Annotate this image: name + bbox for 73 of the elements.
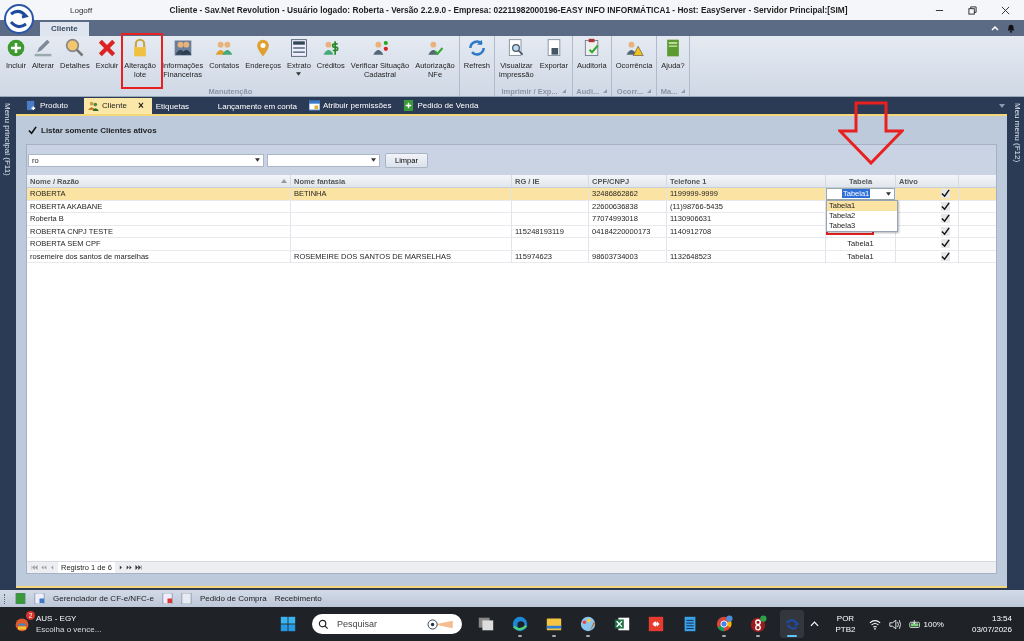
document-plus-icon xyxy=(403,100,415,111)
next-page-icon[interactable] xyxy=(125,565,133,570)
side-menu-label[interactable]: Meu menu (F12) xyxy=(1012,103,1022,590)
last-page-icon[interactable] xyxy=(134,565,142,570)
window-key-icon xyxy=(308,100,320,111)
app-icon xyxy=(749,615,767,633)
clock[interactable]: 13:54 03/07/2026 xyxy=(971,614,1012,634)
checkbox[interactable] xyxy=(941,201,950,211)
start-icon[interactable] xyxy=(280,616,296,632)
speaker-icon[interactable] xyxy=(889,618,902,630)
toolbar-link[interactable]: Pedido de Compra xyxy=(199,594,267,603)
document-tab[interactable]: Lançamento em conta xyxy=(213,100,305,114)
checkbox[interactable] xyxy=(28,125,37,135)
language-indicator[interactable]: POR PTB2 xyxy=(835,614,856,634)
people-icon xyxy=(88,100,99,111)
search-field[interactable]: Pesquisar xyxy=(335,618,419,630)
magnifier-icon xyxy=(64,38,85,58)
refresh-icon xyxy=(466,38,487,58)
document-icon[interactable] xyxy=(161,593,173,604)
spreadsheet-icon xyxy=(613,615,631,633)
restore-icon[interactable] xyxy=(968,5,977,15)
window-title: Cliente - Sav.Net Revolution - Usuário logado: Roberta - Versão 2.2.9.0 - Empresa: 02211982000196-EASY INFO INFORMÁTICA1 - Host: EasyServer - Servidor Principal:[SIM] xyxy=(168,5,849,15)
browser-icon xyxy=(715,615,733,633)
remote-desktop-icon xyxy=(647,615,665,633)
highlight-frame xyxy=(121,33,163,89)
battery-icon[interactable] xyxy=(909,618,922,630)
toolbar-link[interactable]: Gerenciador de CF-e/NFC-e xyxy=(53,594,154,603)
document-plus-icon[interactable] xyxy=(34,593,45,604)
battery-percentage[interactable]: 100% xyxy=(923,619,944,629)
plus-circle-icon xyxy=(6,38,26,58)
side-menu-label[interactable]: Menu principal (F11) xyxy=(2,103,12,590)
caret-icon xyxy=(296,72,302,76)
wifi-icon[interactable] xyxy=(869,618,882,630)
taskbar-app[interactable] xyxy=(780,610,804,638)
cross-icon xyxy=(96,38,117,58)
caret-icon[interactable] xyxy=(999,103,1005,108)
document-tab[interactable]: Produto xyxy=(22,98,84,114)
document-plus-icon xyxy=(26,100,37,111)
collapse-icon[interactable] xyxy=(990,23,1000,33)
document-tab[interactable]: Pedido de Venda xyxy=(399,98,487,114)
search-icon xyxy=(318,618,329,630)
caret-icon xyxy=(255,158,260,162)
ribbon-tab[interactable]: Cliente xyxy=(40,22,89,36)
document-tab[interactable]: Atribuir permissões xyxy=(304,98,400,114)
search-box[interactable]: Pesquisar xyxy=(312,614,462,634)
chevron-up-icon[interactable] xyxy=(810,621,820,627)
caret-icon xyxy=(886,191,891,196)
caret-icon xyxy=(371,158,376,162)
document-tab[interactable]: Cliente × xyxy=(84,98,152,114)
widget-subtitle[interactable]: Escolha o vence... xyxy=(36,625,102,634)
checkbox[interactable] xyxy=(941,251,950,261)
person-icon xyxy=(370,38,390,58)
checkbox-label[interactable]: Listar somente Clientes ativos xyxy=(41,125,157,135)
checkbox[interactable] xyxy=(941,226,950,236)
palette-icon xyxy=(579,615,597,633)
close-tab-button[interactable]: × xyxy=(137,101,144,110)
toolbar-link[interactable]: Recebimento xyxy=(274,594,322,603)
weather-icon[interactable] xyxy=(14,616,30,632)
people-icon xyxy=(172,38,193,58)
task-view-icon xyxy=(477,615,495,633)
checkbox[interactable] xyxy=(941,239,950,249)
bell-icon[interactable] xyxy=(1006,23,1016,33)
logoff-label[interactable]: Logoff xyxy=(70,5,93,15)
checkbox[interactable] xyxy=(941,189,950,199)
document-tab[interactable]: Etiquetas xyxy=(151,100,214,114)
browser-icon xyxy=(511,615,529,633)
down-arrow-annotation xyxy=(838,101,904,165)
sort-ascending-icon xyxy=(281,179,287,183)
ball-icon xyxy=(425,618,453,630)
pencil-icon xyxy=(33,38,54,58)
checkbox[interactable] xyxy=(941,214,950,224)
close-icon[interactable] xyxy=(1001,5,1010,15)
widget-title[interactable]: AUS - EGY xyxy=(36,614,102,623)
